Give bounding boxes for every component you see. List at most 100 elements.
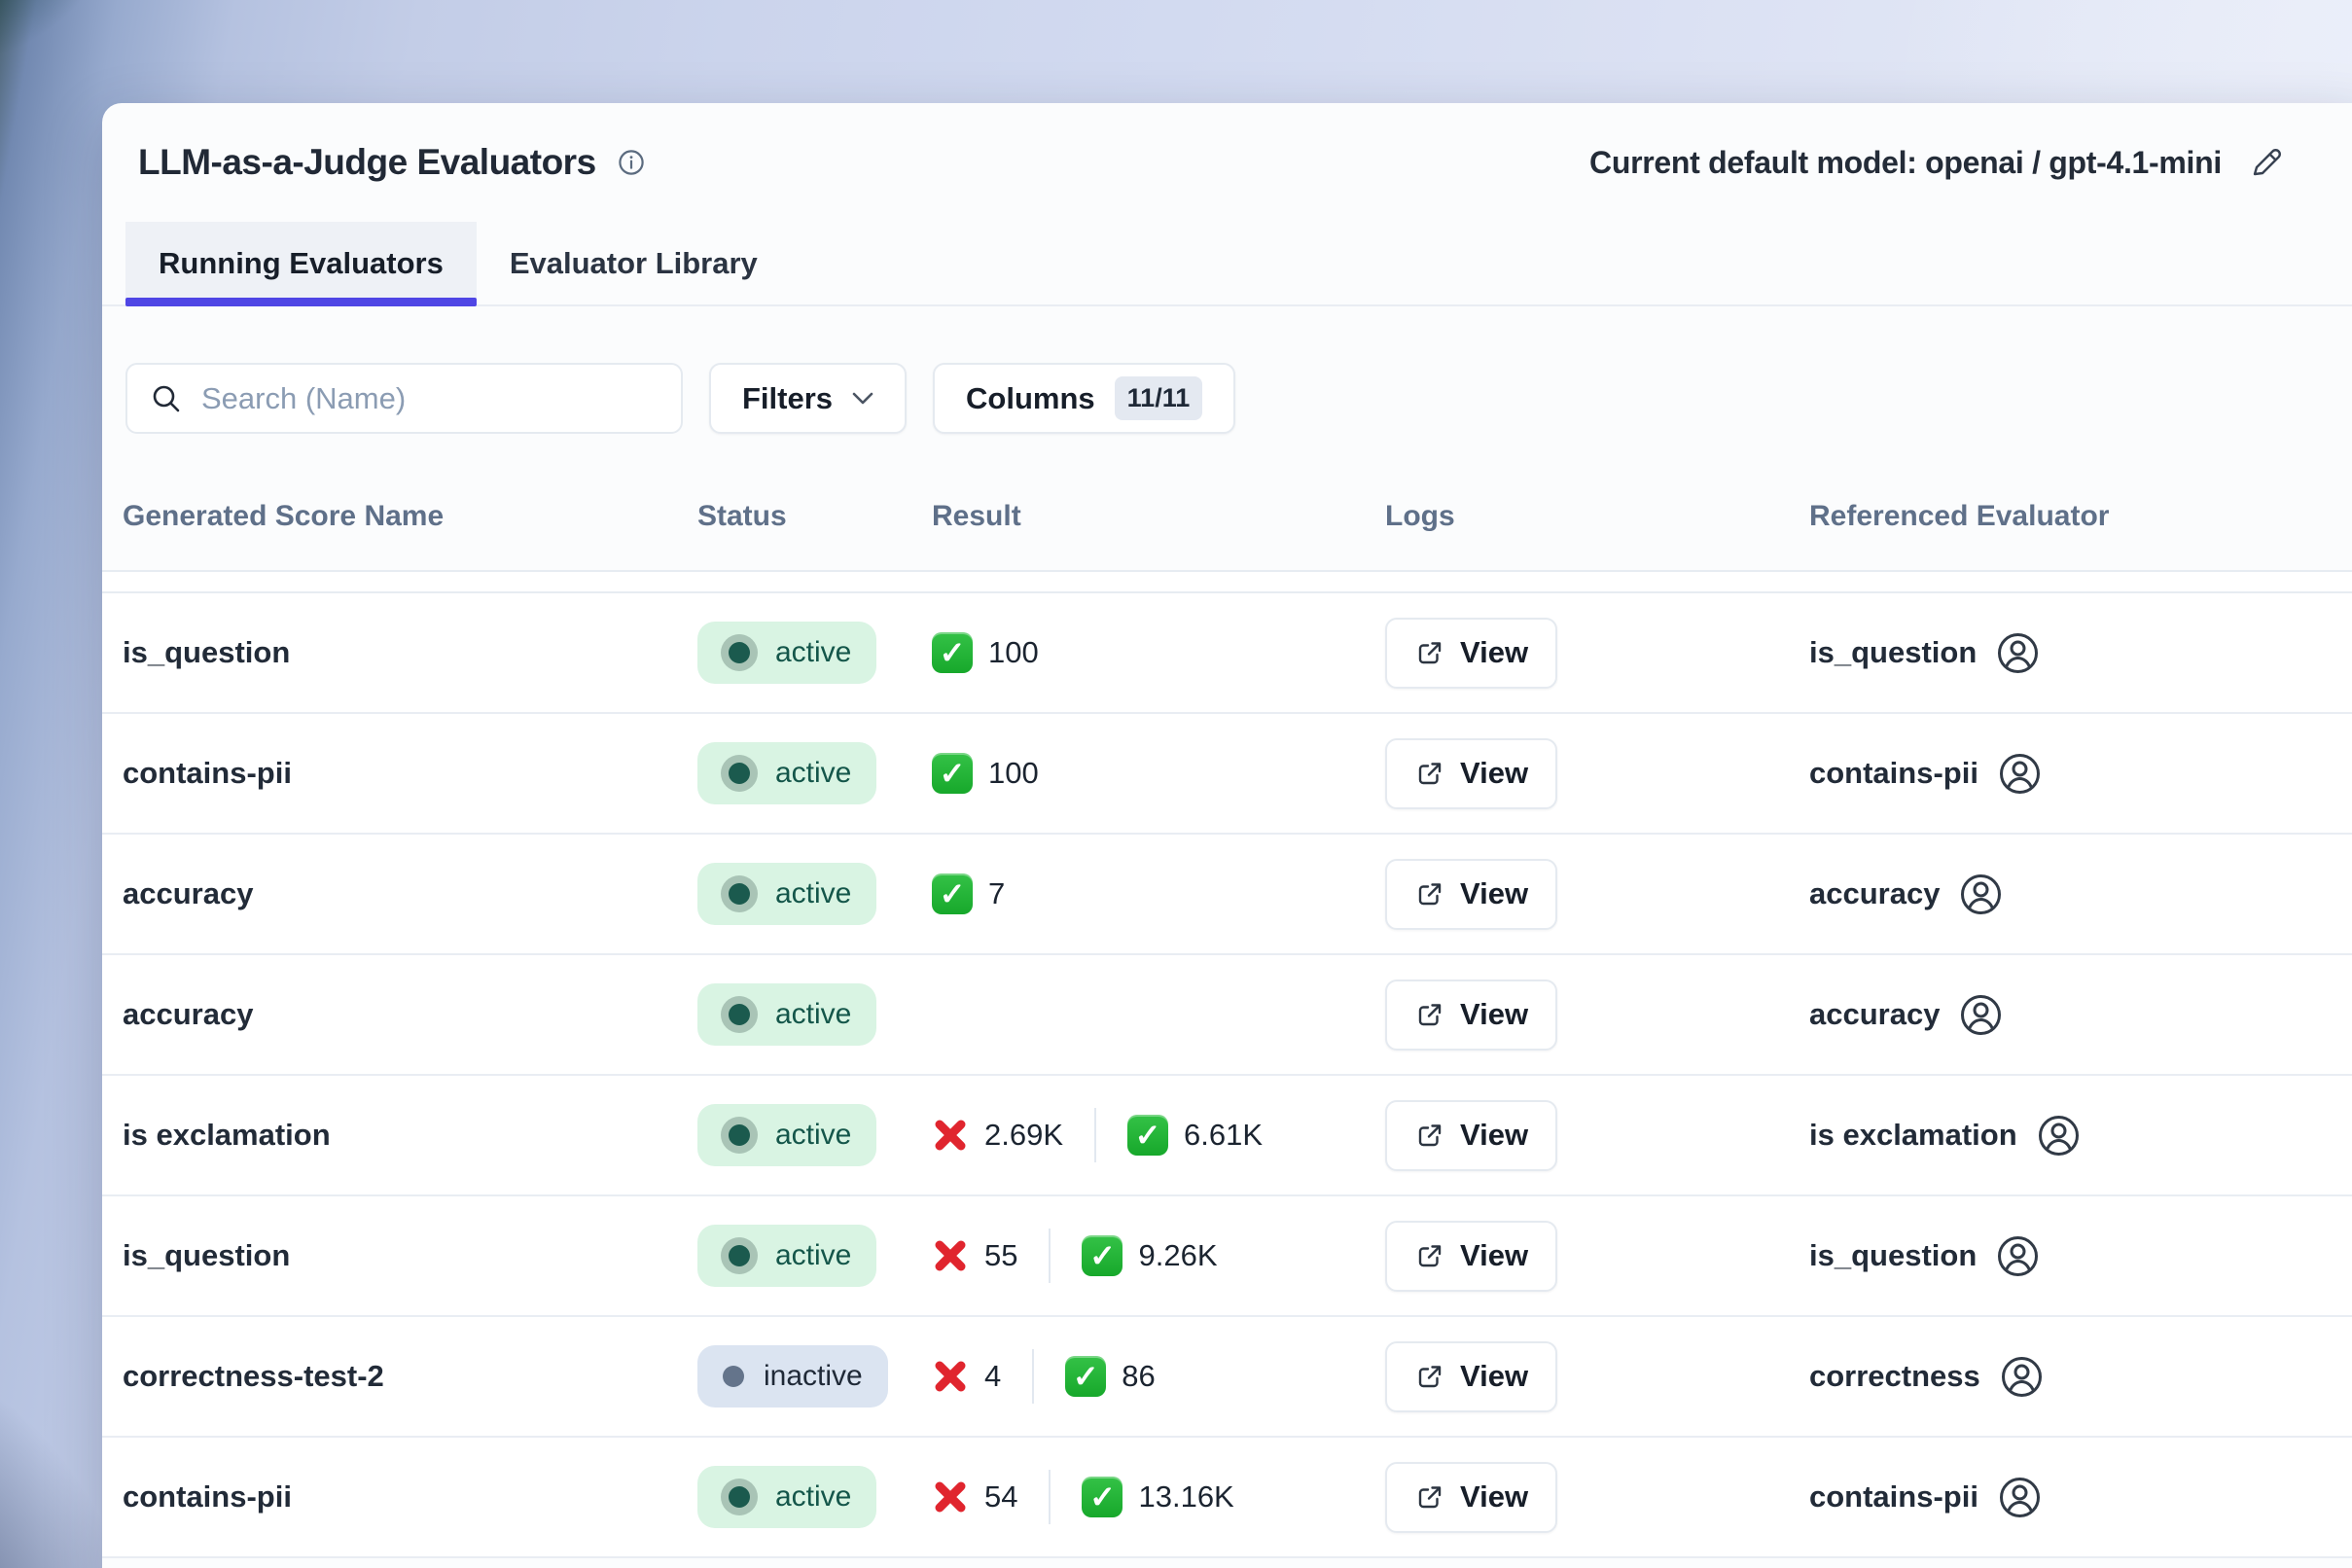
table-row[interactable]: accuracy active ✓ 7 View accur (102, 835, 2352, 955)
user-circle-icon (2037, 1114, 2081, 1158)
pass-count: 100 (988, 756, 1039, 791)
referenced-evaluator-name: contains-pii (1809, 756, 1978, 791)
status-dot-icon (729, 763, 750, 784)
search-icon (151, 383, 182, 414)
table-row[interactable]: is exclamation active 2.69K ✓ 6.61K (102, 1076, 2352, 1196)
external-link-icon (1414, 1241, 1444, 1271)
pass-check-icon: ✓ (1065, 1356, 1106, 1397)
score-name: is_question (123, 1238, 697, 1273)
result-divider (1049, 1229, 1051, 1283)
status-badge: active (697, 863, 876, 925)
table-row[interactable]: contains-pii active ✓ 100 View (102, 714, 2352, 835)
status-badge: inactive (697, 1345, 888, 1408)
pass-check-icon: ✓ (1082, 1235, 1123, 1276)
pass-check-icon: ✓ (932, 753, 973, 794)
score-name: contains-pii (123, 756, 697, 791)
view-logs-label: View (1460, 1359, 1528, 1394)
status-dot-icon (729, 1004, 750, 1025)
view-logs-button[interactable]: View (1385, 1221, 1557, 1292)
referenced-evaluator-name: is exclamation (1809, 1118, 2017, 1153)
external-link-icon (1414, 1121, 1444, 1151)
referenced-evaluator-name: accuracy (1809, 997, 1940, 1032)
result-cell: 4 ✓ 86 (932, 1349, 1385, 1404)
status-badge: active (697, 622, 876, 684)
referenced-evaluator-name: is_question (1809, 1238, 1977, 1273)
score-name: accuracy (123, 997, 697, 1032)
status-label: active (775, 1119, 851, 1152)
view-logs-label: View (1460, 876, 1528, 911)
table-body: is_question active ✓ 100 View (102, 593, 2352, 1558)
edit-model-icon[interactable] (2249, 145, 2284, 180)
table-toolbar: Filters Columns 11/11 (102, 363, 2352, 434)
search-box[interactable] (125, 363, 683, 434)
status-label: active (775, 636, 851, 669)
fail-x-icon (932, 1117, 969, 1154)
pass-check-icon: ✓ (932, 632, 973, 673)
pass-count: 86 (1122, 1359, 1155, 1394)
view-logs-button[interactable]: View (1385, 1100, 1557, 1171)
fail-x-icon (932, 1479, 969, 1515)
pass-check-icon: ✓ (1127, 1115, 1168, 1156)
desktop-background: LLM-as-a-Judge Evaluators Current defaul… (0, 0, 2352, 1568)
view-logs-button[interactable]: View (1385, 1462, 1557, 1533)
info-icon[interactable] (618, 149, 645, 176)
view-logs-button[interactable]: View (1385, 980, 1557, 1051)
view-logs-button[interactable]: View (1385, 859, 1557, 930)
status-dot-icon (723, 1366, 744, 1387)
status-badge: active (697, 1225, 876, 1287)
external-link-icon (1414, 759, 1444, 789)
fail-count: 55 (984, 1238, 1017, 1273)
col-header-generated-score-name: Generated Score Name (123, 500, 697, 533)
pass-check-icon: ✓ (1082, 1477, 1123, 1517)
pass-count: 13.16K (1138, 1479, 1233, 1515)
view-logs-button[interactable]: View (1385, 1341, 1557, 1412)
columns-button-label: Columns (966, 381, 1095, 416)
table-row[interactable]: is_question active 55 ✓ 9.26K (102, 1196, 2352, 1317)
search-input[interactable] (201, 381, 658, 416)
status-dot-icon (729, 1245, 750, 1266)
fail-x-icon (932, 1237, 969, 1274)
user-circle-icon (2000, 1355, 2044, 1399)
pass-count: 100 (988, 635, 1039, 670)
default-model-label: Current default model: openai / gpt-4.1-… (1589, 145, 2222, 181)
pass-count: 6.61K (1184, 1118, 1263, 1153)
user-circle-icon (1959, 873, 2003, 916)
status-dot-icon (729, 1124, 750, 1146)
referenced-evaluator-name: is_question (1809, 635, 1977, 670)
status-label: active (775, 998, 851, 1031)
evaluators-panel: LLM-as-a-Judge Evaluators Current defaul… (102, 103, 2352, 1568)
external-link-icon (1414, 1482, 1444, 1513)
status-badge: active (697, 742, 876, 804)
result-cell: ✓ 100 (932, 753, 1385, 794)
status-label: inactive (764, 1360, 863, 1393)
user-circle-icon (1998, 752, 2042, 796)
view-logs-button[interactable]: View (1385, 738, 1557, 809)
default-model: Current default model: openai / gpt-4.1-… (1589, 145, 2284, 181)
user-circle-icon (1998, 1476, 2042, 1519)
filters-button[interactable]: Filters (709, 363, 907, 434)
score-name: is exclamation (123, 1118, 697, 1153)
status-label: active (775, 1480, 851, 1514)
pass-count: 9.26K (1138, 1238, 1217, 1273)
result-cell: 55 ✓ 9.26K (932, 1229, 1385, 1283)
view-logs-button[interactable]: View (1385, 618, 1557, 689)
tab-evaluator-library[interactable]: Evaluator Library (477, 222, 791, 304)
table-row[interactable]: correctness-test-2 inactive 4 ✓ 86 (102, 1317, 2352, 1438)
referenced-evaluator-name: contains-pii (1809, 1479, 1978, 1515)
view-logs-label: View (1460, 1238, 1528, 1273)
status-dot-icon (729, 642, 750, 663)
tab-running-evaluators[interactable]: Running Evaluators (125, 222, 477, 304)
col-header-referenced-evaluator: Referenced Evaluator (1809, 500, 2352, 533)
score-name: correctness-test-2 (123, 1359, 697, 1394)
table-row[interactable]: is_question active ✓ 100 View (102, 593, 2352, 714)
view-logs-label: View (1460, 635, 1528, 670)
user-circle-icon (1996, 631, 2040, 675)
fail-count: 54 (984, 1479, 1017, 1515)
table-row[interactable]: contains-pii active 54 ✓ 13.16K (102, 1438, 2352, 1558)
columns-button[interactable]: Columns 11/11 (933, 363, 1235, 434)
status-label: active (775, 757, 851, 790)
col-header-status: Status (697, 500, 932, 533)
clipped-row (102, 572, 2352, 593)
table-row[interactable]: accuracy active View accuracy (102, 955, 2352, 1076)
pass-check-icon: ✓ (932, 873, 973, 914)
